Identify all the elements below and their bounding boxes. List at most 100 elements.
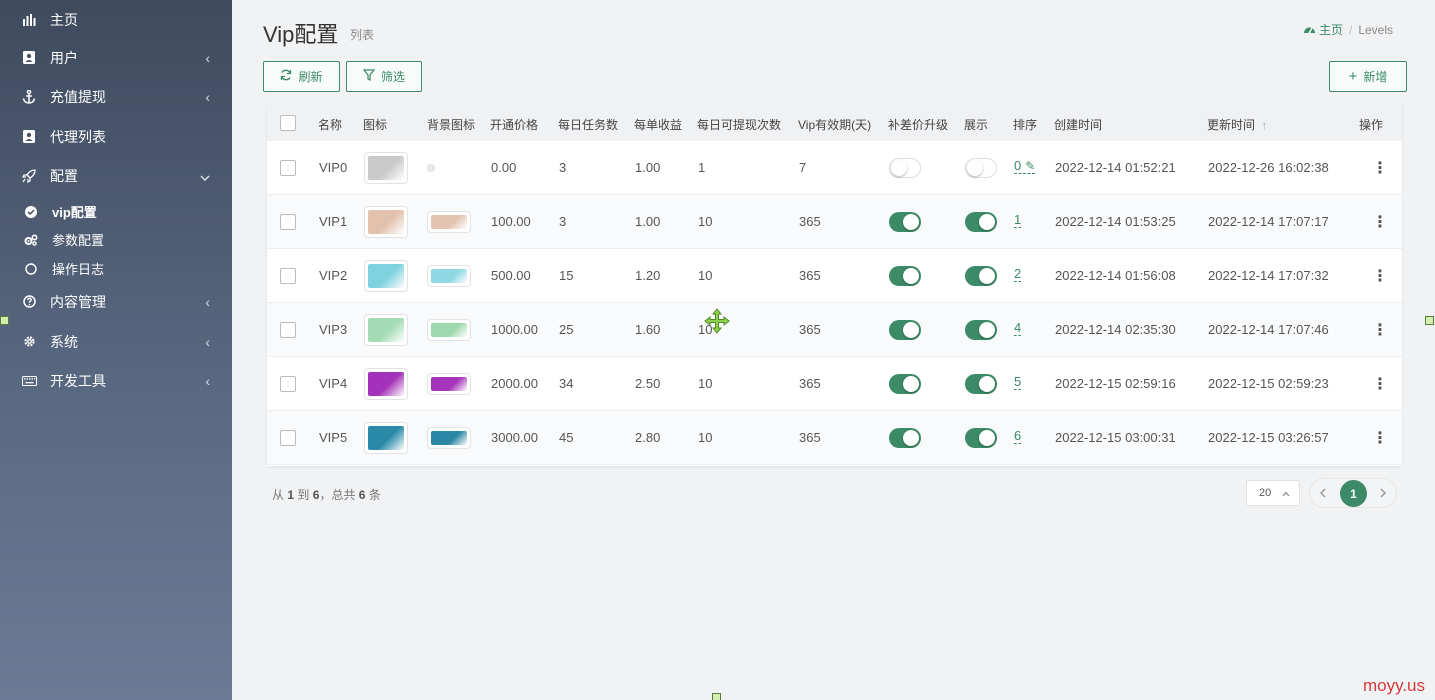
upgrade-toggle[interactable] [889, 320, 921, 340]
sort-value[interactable]: 1 [1014, 213, 1022, 228]
sidebar-item-label: 充值提现 [50, 88, 106, 105]
sidebar-subitem-vip-config[interactable]: vip配置 [0, 197, 232, 226]
table-row[interactable]: VIP3 1000.00 25 1.60 10 365 4 2022-12-14… [267, 303, 1402, 357]
sort-value[interactable]: 6 [1014, 429, 1022, 444]
sort-value[interactable]: 5 [1014, 375, 1022, 390]
column-header-validity[interactable]: Vip有效期(天) [798, 116, 871, 133]
vip-icon-thumbnail[interactable] [364, 206, 408, 238]
column-header-created[interactable]: 创建时间 [1054, 116, 1102, 133]
sidebar-subitem-label: 参数配置 [52, 233, 105, 248]
breadcrumb: 主页 / Levels [1303, 21, 1393, 38]
bg-icon-thumbnail[interactable] [427, 373, 471, 395]
show-toggle[interactable] [965, 320, 997, 340]
row-checkbox[interactable] [280, 214, 296, 230]
column-header-show[interactable]: 展示 [964, 116, 988, 133]
validity-days: 7 [799, 160, 807, 175]
sort-value[interactable]: 4 [1014, 321, 1022, 336]
sort-value[interactable]: 2 [1014, 267, 1022, 282]
more-actions-icon[interactable]: ⋮ [1372, 374, 1388, 394]
column-header-sort[interactable]: 排序 [1013, 116, 1037, 133]
vip-icon-thumbnail[interactable] [364, 152, 408, 184]
watermark: moyy.us [1362, 676, 1425, 695]
prev-page-button[interactable] [1319, 485, 1326, 501]
pagination-summary: 从 1 到 6，总共 6 条 [272, 486, 381, 503]
column-header-profit[interactable]: 每单收益 [634, 116, 682, 133]
table-row[interactable]: VIP0 0.00 3 1.00 1 7 0 ✎ 2022-12-14 01:52… [267, 141, 1402, 195]
vip-icon-thumbnail[interactable] [364, 422, 408, 454]
sidebar-item-config[interactable]: 配置 [0, 156, 232, 195]
row-checkbox[interactable] [280, 160, 296, 176]
select-all-checkbox[interactable] [280, 115, 296, 131]
bg-icon-thumbnail[interactable] [427, 319, 471, 341]
bg-icon-thumbnail[interactable] [427, 427, 471, 449]
row-checkbox[interactable] [280, 268, 296, 284]
upgrade-toggle[interactable] [889, 374, 921, 394]
filter-button[interactable]: 筛选 [346, 61, 422, 92]
user-card-icon [21, 50, 37, 66]
show-toggle[interactable] [965, 374, 997, 394]
price: 0.00 [491, 160, 517, 175]
more-actions-icon[interactable]: ⋮ [1372, 320, 1388, 340]
column-header-name[interactable]: 名称 [318, 116, 342, 133]
upgrade-toggle[interactable] [889, 212, 921, 232]
sidebar-item-users[interactable]: 用户 ‹ [0, 38, 232, 77]
more-actions-icon[interactable]: ⋮ [1372, 212, 1388, 232]
sidebar-item-home[interactable]: 主页 [0, 0, 232, 39]
vip-icon-thumbnail[interactable] [364, 314, 408, 346]
column-header-price[interactable]: 开通价格 [490, 116, 538, 133]
check-circle-icon [24, 205, 38, 219]
sidebar-subitem-logs[interactable]: 操作日志 [0, 254, 232, 283]
table-row[interactable]: VIP1 100.00 3 1.00 10 365 1 2022-12-14 0… [267, 195, 1402, 249]
bg-icon-thumbnail[interactable] [427, 211, 471, 233]
table-row[interactable]: VIP2 500.00 15 1.20 10 365 2 2022-12-14 … [267, 249, 1402, 303]
table-row[interactable]: VIP4 2000.00 34 2.50 10 365 5 2022-12-15… [267, 357, 1402, 411]
sidebar-item-system[interactable]: 系统 ‹ [0, 322, 232, 361]
show-toggle[interactable] [965, 212, 997, 232]
summary-start: 1 [287, 488, 295, 502]
row-checkbox[interactable] [280, 322, 296, 338]
validity-days: 365 [799, 268, 821, 283]
summary-unit: 条 [368, 488, 381, 502]
page-size-select[interactable]: 20 [1246, 480, 1300, 506]
sidebar-item-label: 配置 [50, 167, 78, 184]
bg-icon-thumbnail[interactable] [427, 164, 435, 172]
resize-handle[interactable] [1425, 316, 1434, 325]
breadcrumb-current: Levels [1358, 22, 1393, 37]
column-header-updated[interactable]: 更新时间 ↑ [1207, 116, 1267, 133]
resize-handle[interactable] [0, 316, 9, 325]
column-header-upgrade[interactable]: 补差价升级 [888, 116, 948, 133]
updated-time: 2022-12-14 17:07:46 [1208, 322, 1329, 337]
more-actions-icon[interactable]: ⋮ [1372, 158, 1388, 178]
sort-value[interactable]: 0 ✎ [1014, 159, 1036, 174]
row-checkbox[interactable] [280, 376, 296, 392]
show-toggle[interactable] [965, 266, 997, 286]
sidebar-item-content[interactable]: 内容管理 ‹ [0, 282, 232, 321]
upgrade-toggle[interactable] [889, 428, 921, 448]
row-checkbox[interactable] [280, 430, 296, 446]
more-actions-icon[interactable]: ⋮ [1372, 428, 1388, 448]
sidebar-item-devtools[interactable]: 开发工具 ‹ [0, 361, 232, 400]
more-actions-icon[interactable]: ⋮ [1372, 266, 1388, 286]
next-page-button[interactable] [1380, 485, 1387, 501]
show-toggle[interactable] [965, 158, 997, 178]
daily-withdraws: 10 [698, 268, 713, 283]
sidebar-item-agents[interactable]: 代理列表 [0, 117, 232, 156]
column-header-icon[interactable]: 图标 [363, 116, 387, 133]
sidebar-subitem-params[interactable]: 参数配置 [0, 225, 232, 254]
resize-handle[interactable] [712, 693, 721, 700]
table-row[interactable]: VIP5 3000.00 45 2.80 10 365 6 2022-12-15… [267, 411, 1402, 465]
column-header-bg-icon[interactable]: 背景图标 [427, 116, 475, 133]
vip-icon-thumbnail[interactable] [364, 368, 408, 400]
refresh-button[interactable]: 刷新 [263, 61, 340, 92]
column-header-daily-tasks[interactable]: 每日任务数 [558, 116, 618, 133]
bg-icon-thumbnail[interactable] [427, 265, 471, 287]
column-header-withdraws[interactable]: 每日可提现次数 [697, 116, 781, 133]
current-page-button[interactable]: 1 [1340, 480, 1367, 507]
upgrade-toggle[interactable] [889, 158, 921, 178]
vip-icon-thumbnail[interactable] [364, 260, 408, 292]
upgrade-toggle[interactable] [889, 266, 921, 286]
sidebar-item-recharge[interactable]: 充值提现 ‹ [0, 77, 232, 116]
breadcrumb-home[interactable]: 主页 [1303, 21, 1343, 38]
show-toggle[interactable] [965, 428, 997, 448]
add-button[interactable]: + 新增 [1329, 61, 1407, 92]
